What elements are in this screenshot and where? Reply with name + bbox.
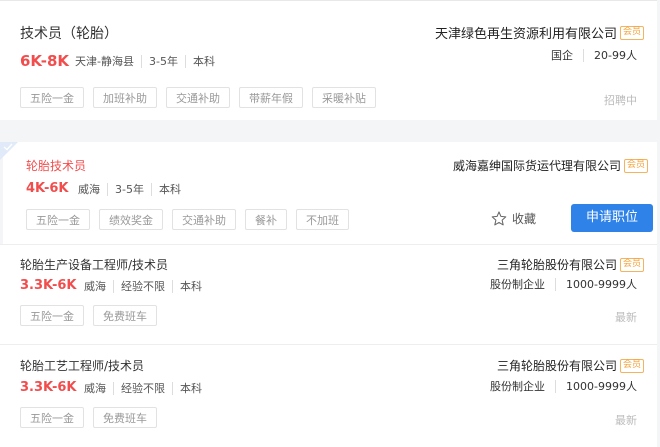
company-name-text[interactable]: 天津绿色再生资源利用有限公司 bbox=[435, 23, 617, 42]
salary: 3.3K-6K bbox=[20, 278, 77, 293]
vip-badge: 会员 bbox=[619, 257, 644, 272]
company-name-text[interactable]: 三角轮胎股份有限公司 bbox=[497, 357, 617, 374]
experience: 经验不限 bbox=[113, 382, 172, 395]
experience: 经验不限 bbox=[113, 280, 172, 293]
benefit-tag: 餐补 bbox=[245, 209, 287, 230]
benefit-tag: 加班补助 bbox=[93, 87, 157, 108]
company-name-text[interactable]: 威海嘉绅国际货运代理有限公司 bbox=[453, 157, 621, 174]
job-card[interactable]: 轮胎工艺工程师/技术员 3.3K-6K 威海 经验不限 本科 五险一金 免费班车… bbox=[0, 344, 657, 447]
job-meta: 天津-静海县 3-5年 本科 bbox=[75, 55, 222, 68]
job-meta: 威海 经验不限 本科 bbox=[84, 280, 209, 293]
company-name[interactable]: 三角轮胎股份有限公司 会员 bbox=[497, 357, 644, 374]
favorite-label: 收藏 bbox=[512, 212, 537, 226]
location: 威海 bbox=[78, 183, 100, 196]
benefit-tags: 五险一金 免费班车 bbox=[20, 305, 157, 326]
benefit-tag: 五险一金 bbox=[20, 407, 84, 428]
experience: 3-5年 bbox=[107, 183, 151, 196]
benefit-tags: 五险一金 免费班车 bbox=[20, 407, 157, 428]
status-badge: 最新 bbox=[615, 311, 637, 324]
job-title[interactable]: 技术员（轮胎） bbox=[20, 23, 118, 43]
company-size: 1000-9999人 bbox=[555, 380, 637, 393]
job-title[interactable]: 轮胎工艺工程师/技术员 bbox=[20, 357, 144, 374]
status-badge: 最新 bbox=[615, 414, 637, 427]
apply-button[interactable]: 申请职位 bbox=[571, 204, 653, 232]
status-badge: 招聘中 bbox=[604, 94, 637, 107]
benefit-tag: 五险一金 bbox=[26, 209, 90, 230]
benefit-tag: 采暖补贴 bbox=[312, 87, 376, 108]
company-type: 股份制企业 bbox=[490, 278, 546, 291]
benefit-tag: 五险一金 bbox=[20, 87, 84, 108]
job-meta: 威海 3-5年 本科 bbox=[78, 183, 188, 196]
salary: 6K-8K bbox=[20, 52, 70, 70]
job-title[interactable]: 轮胎生产设备工程师/技术员 bbox=[20, 256, 168, 273]
experience: 3-5年 bbox=[140, 55, 185, 68]
company-name[interactable]: 威海嘉绅国际货运代理有限公司 会员 bbox=[453, 157, 648, 174]
vip-badge: 会员 bbox=[619, 25, 644, 40]
job-title[interactable]: 轮胎技术员 bbox=[26, 157, 86, 174]
location: 威海 bbox=[84, 382, 106, 395]
job-card[interactable]: 轮胎生产设备工程师/技术员 3.3K-6K 威海 经验不限 本科 五险一金 免费… bbox=[0, 244, 657, 344]
benefit-tag: 绩效奖金 bbox=[99, 209, 163, 230]
benefit-tag: 交通补助 bbox=[166, 87, 230, 108]
company-name[interactable]: 天津绿色再生资源利用有限公司 会员 bbox=[435, 23, 644, 42]
education: 本科 bbox=[184, 55, 222, 68]
company-size: 20-99人 bbox=[583, 49, 637, 62]
company-meta: 国企 20-99人 bbox=[551, 49, 637, 62]
job-card[interactable]: 技术员（轮胎） 6K-8K 天津-静海县 3-5年 本科 五险一金 加班补助 交… bbox=[0, 0, 657, 120]
benefit-tags: 五险一金 加班补助 交通补助 带薪年假 采暖补贴 bbox=[20, 87, 376, 108]
benefit-tags: 五险一金 绩效奖金 交通补助 餐补 不加班 bbox=[26, 209, 349, 230]
benefit-tag: 不加班 bbox=[296, 209, 349, 230]
job-card-highlighted[interactable]: 轮胎技术员 4K-6K 威海 3-5年 本科 五险一金 绩效奖金 交通补助 餐补… bbox=[0, 142, 657, 244]
benefit-tag: 带薪年假 bbox=[239, 87, 303, 108]
education: 本科 bbox=[150, 183, 188, 196]
company-name[interactable]: 三角轮胎股份有限公司 会员 bbox=[497, 256, 644, 273]
vip-badge: 会员 bbox=[623, 158, 648, 173]
company-name-text[interactable]: 三角轮胎股份有限公司 bbox=[497, 256, 617, 273]
benefit-tag: 交通补助 bbox=[172, 209, 236, 230]
location: 威海 bbox=[84, 280, 106, 293]
company-meta: 股份制企业 1000-9999人 bbox=[490, 380, 637, 393]
location: 天津-静海县 bbox=[75, 55, 134, 68]
company-type: 股份制企业 bbox=[490, 380, 546, 393]
education: 本科 bbox=[172, 382, 209, 395]
company-meta: 股份制企业 1000-9999人 bbox=[490, 278, 637, 291]
company-type: 国企 bbox=[551, 49, 574, 62]
benefit-tag: 免费班车 bbox=[93, 305, 157, 326]
education: 本科 bbox=[172, 280, 209, 293]
vip-badge: 会员 bbox=[619, 358, 644, 373]
favorite-button[interactable]: 收藏 bbox=[491, 210, 536, 227]
benefit-tag: 免费班车 bbox=[93, 407, 157, 428]
star-icon bbox=[491, 211, 507, 226]
salary: 4K-6K bbox=[26, 181, 69, 196]
job-meta: 威海 经验不限 本科 bbox=[84, 382, 209, 395]
check-icon bbox=[3, 143, 13, 151]
company-size: 1000-9999人 bbox=[555, 278, 637, 291]
benefit-tag: 五险一金 bbox=[20, 305, 84, 326]
salary: 3.3K-6K bbox=[20, 380, 77, 395]
